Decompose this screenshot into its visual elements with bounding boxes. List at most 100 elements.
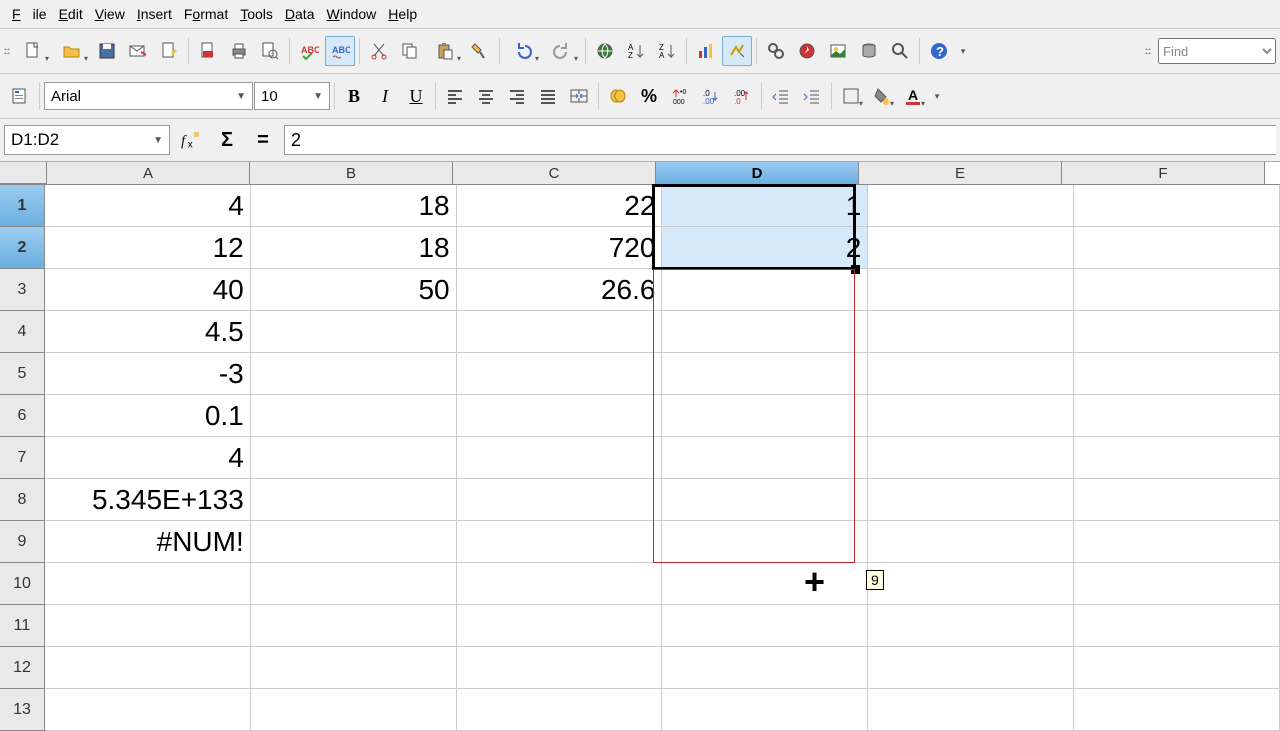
cell-A7[interactable]: 4 [45, 437, 251, 479]
undo-button[interactable] [504, 36, 542, 66]
styles-button[interactable] [5, 81, 35, 111]
row-header-3[interactable]: 3 [0, 269, 45, 311]
cell-B10[interactable] [251, 563, 457, 605]
fmt-overflow[interactable] [931, 80, 943, 112]
font-size-combo[interactable]: 10▼ [254, 82, 330, 110]
cell-A10[interactable] [45, 563, 251, 605]
cell-E12[interactable] [868, 647, 1074, 689]
find-toolbar-grip[interactable] [1145, 39, 1151, 63]
cell-C5[interactable] [457, 353, 663, 395]
cell-B4[interactable] [251, 311, 457, 353]
decrease-indent-button[interactable] [766, 81, 796, 111]
cell-E3[interactable] [868, 269, 1074, 311]
function-button[interactable]: = [248, 126, 278, 154]
cell-F4[interactable] [1074, 311, 1280, 353]
cell-B3[interactable]: 50 [251, 269, 457, 311]
cell-F8[interactable] [1074, 479, 1280, 521]
menu-help[interactable]: Help [382, 3, 423, 25]
col-header-D[interactable]: D [656, 162, 859, 184]
delete-decimal-button[interactable]: .00.0 [727, 81, 757, 111]
col-header-A[interactable]: A [47, 162, 250, 184]
open-button[interactable] [53, 36, 91, 66]
cell-E2[interactable] [868, 227, 1074, 269]
cell-B6[interactable] [251, 395, 457, 437]
cell-C6[interactable] [457, 395, 663, 437]
cell-F6[interactable] [1074, 395, 1280, 437]
cell-C1[interactable]: 22 [457, 185, 663, 227]
format-paintbrush-button[interactable] [465, 36, 495, 66]
bold-button[interactable]: B [339, 81, 369, 111]
cell-C3[interactable]: 26.6 [457, 269, 663, 311]
cell-C8[interactable] [457, 479, 663, 521]
cell-D11[interactable] [662, 605, 868, 647]
row-header-4[interactable]: 4 [0, 311, 45, 353]
menu-data[interactable]: Data [279, 3, 321, 25]
gallery-button[interactable] [823, 36, 853, 66]
col-header-F[interactable]: F [1062, 162, 1265, 184]
sum-button[interactable]: Σ [212, 126, 242, 154]
cell-A4[interactable]: 4.5 [45, 311, 251, 353]
col-header-E[interactable]: E [859, 162, 1062, 184]
cell-B12[interactable] [251, 647, 457, 689]
cell-C9[interactable] [457, 521, 663, 563]
currency-button[interactable] [603, 81, 633, 111]
menu-window[interactable]: Window [320, 3, 382, 25]
cell-C11[interactable] [457, 605, 663, 647]
export-pdf-button[interactable] [193, 36, 223, 66]
cell-F7[interactable] [1074, 437, 1280, 479]
cell-D12[interactable] [662, 647, 868, 689]
cell-E5[interactable] [868, 353, 1074, 395]
toolbar-overflow[interactable] [957, 35, 969, 67]
standard-format-button[interactable]: •0000 [665, 81, 695, 111]
cell-D8[interactable] [662, 479, 868, 521]
merge-cells-button[interactable] [564, 81, 594, 111]
help-button[interactable]: ? [924, 36, 954, 66]
row-header-10[interactable]: 10 [0, 563, 45, 605]
cell-E9[interactable] [868, 521, 1074, 563]
col-header-C[interactable]: C [453, 162, 656, 184]
menu-tools[interactable]: Tools [234, 3, 279, 25]
cell-E13[interactable] [868, 689, 1074, 731]
cut-button[interactable] [364, 36, 394, 66]
cell-B11[interactable] [251, 605, 457, 647]
cell-B9[interactable] [251, 521, 457, 563]
formula-input[interactable]: 2 [284, 125, 1276, 155]
increase-indent-button[interactable] [797, 81, 827, 111]
cell-D4[interactable] [662, 311, 868, 353]
cell-B8[interactable] [251, 479, 457, 521]
row-header-13[interactable]: 13 [0, 689, 45, 731]
find-input[interactable]: Find [1158, 38, 1276, 64]
cell-D3[interactable] [662, 269, 868, 311]
cell-E10[interactable] [868, 563, 1074, 605]
cell-F9[interactable] [1074, 521, 1280, 563]
datasources-button[interactable] [854, 36, 884, 66]
align-center-button[interactable] [471, 81, 501, 111]
row-header-1[interactable]: 1 [0, 185, 45, 227]
cell-F12[interactable] [1074, 647, 1280, 689]
cell-E8[interactable] [868, 479, 1074, 521]
row-header-2[interactable]: 2 [0, 227, 45, 269]
name-box[interactable]: D1:D2▼ [4, 125, 170, 155]
menu-edit[interactable]: Edit [53, 3, 89, 25]
cell-C7[interactable] [457, 437, 663, 479]
italic-button[interactable]: I [370, 81, 400, 111]
edit-file-button[interactable] [154, 36, 184, 66]
cell-F10[interactable] [1074, 563, 1280, 605]
cell-A6[interactable]: 0.1 [45, 395, 251, 437]
hyperlink-button[interactable] [590, 36, 620, 66]
cell-A12[interactable] [45, 647, 251, 689]
cell-C13[interactable] [457, 689, 663, 731]
menu-view[interactable]: View [89, 3, 131, 25]
align-left-button[interactable] [440, 81, 470, 111]
sort-desc-button[interactable]: ZA [652, 36, 682, 66]
fontcolor-button[interactable]: A [898, 81, 928, 111]
cell-C10[interactable] [457, 563, 663, 605]
add-decimal-button[interactable]: .0.00 [696, 81, 726, 111]
borders-button[interactable] [836, 81, 866, 111]
cell-A1[interactable]: 4 [45, 185, 251, 227]
menu-insert[interactable]: Insert [131, 3, 178, 25]
cell-F1[interactable] [1074, 185, 1280, 227]
cell-A2[interactable]: 12 [45, 227, 251, 269]
copy-button[interactable] [395, 36, 425, 66]
col-header-B[interactable]: B [250, 162, 453, 184]
